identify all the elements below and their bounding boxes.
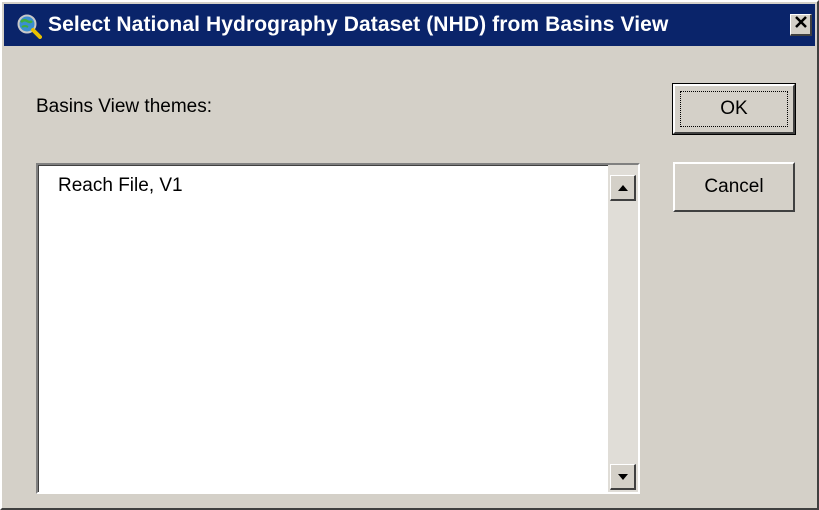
themes-listbox[interactable]: Reach File, V1 [36, 163, 640, 494]
dialog-window: Select National Hydrography Dataset (NHD… [0, 0, 819, 510]
arrow-up-icon [617, 179, 629, 197]
globe-magnifier-icon [16, 13, 42, 39]
vertical-scrollbar[interactable] [608, 165, 638, 492]
cancel-button[interactable]: Cancel [673, 162, 795, 212]
arrow-down-icon [617, 468, 629, 486]
close-button[interactable] [790, 14, 812, 36]
title-bar[interactable]: Select National Hydrography Dataset (NHD… [4, 4, 815, 46]
window-title: Select National Hydrography Dataset (NHD… [48, 13, 669, 36]
close-icon [794, 15, 808, 34]
focus-rectangle [680, 91, 788, 127]
cancel-button-label: Cancel [704, 176, 764, 197]
scroll-down-button[interactable] [610, 464, 636, 490]
themes-label: Basins View themes: [36, 96, 213, 117]
list-item[interactable]: Reach File, V1 [58, 175, 183, 197]
ok-button[interactable]: OK [672, 83, 796, 135]
scroll-up-button[interactable] [610, 175, 636, 201]
